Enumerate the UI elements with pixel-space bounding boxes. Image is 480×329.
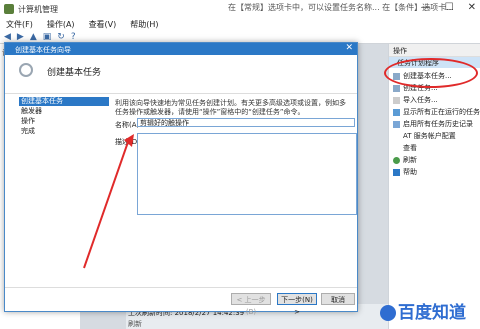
actions-header: 操作 bbox=[389, 44, 480, 57]
step-trigger[interactable]: 触发器 bbox=[19, 107, 109, 116]
computer-management-icon bbox=[4, 4, 14, 14]
action-help[interactable]: 帮助 bbox=[393, 167, 417, 177]
action-import-task[interactable]: 导入任务... bbox=[393, 95, 438, 105]
menu-view[interactable]: 查看(V) bbox=[89, 18, 117, 31]
step-action[interactable]: 操作 bbox=[19, 117, 109, 126]
prev-button[interactable]: < 上一步(B) bbox=[231, 293, 271, 316]
action-at-config[interactable]: AT 服务帐户配置 bbox=[393, 131, 456, 141]
dialog-header: 创建基本任务 bbox=[5, 55, 357, 94]
dialog-divider bbox=[5, 287, 357, 288]
wizard-steps: 创建基本任务 触发器 操作 完成 bbox=[19, 97, 109, 307]
action-enable-history[interactable]: 启用所有任务历史记录 bbox=[393, 119, 473, 129]
wizard-description: 利用该向导快速地为常见任务创建计划。有关更多高级选项或设置，例如多任务操作或触发… bbox=[115, 99, 346, 116]
task-icon bbox=[393, 84, 400, 92]
menu-bar: 文件(F) 操作(A) 查看(V) 帮助(H) bbox=[0, 18, 480, 31]
action-view[interactable]: 查看 bbox=[393, 143, 417, 153]
close-icon[interactable]: ✕ bbox=[468, 2, 476, 13]
description-input[interactable] bbox=[137, 133, 357, 215]
refresh-icon bbox=[393, 156, 400, 164]
refresh-label[interactable]: 刷新 bbox=[128, 319, 142, 329]
window-controls: — ☐ ✕ bbox=[421, 2, 476, 13]
menu-action[interactable]: 操作(A) bbox=[47, 18, 75, 31]
config-icon bbox=[393, 133, 400, 140]
history-icon bbox=[393, 120, 400, 128]
view-icon bbox=[393, 145, 400, 152]
name-input[interactable]: 剪辑好的触操作 bbox=[137, 118, 355, 127]
watermark: 百度知道 bbox=[380, 298, 466, 323]
run-icon bbox=[393, 108, 400, 116]
window-title: 计算机管理 bbox=[18, 5, 58, 14]
maximize-icon[interactable]: ☐ bbox=[445, 2, 454, 13]
dialog-title: 创建基本任务向导 bbox=[15, 46, 71, 54]
menu-help[interactable]: 帮助(H) bbox=[130, 18, 158, 31]
minimize-icon[interactable]: — bbox=[421, 2, 431, 13]
step-create-basic-task[interactable]: 创建基本任务 bbox=[19, 97, 109, 106]
baidu-paw-icon bbox=[380, 305, 396, 321]
help-icon bbox=[393, 168, 400, 176]
wizard-clock-icon bbox=[19, 63, 33, 77]
import-icon bbox=[393, 96, 400, 104]
close-icon[interactable]: ✕ bbox=[345, 43, 353, 53]
window-titlebar: 计算机管理 在【常规】选项卡中，可以设置任务名称... 在【条件】选项卡... … bbox=[0, 0, 480, 18]
create-basic-task-wizard: 创建基本任务向导 ✕ 创建基本任务 创建基本任务 触发器 操作 完成 利用该向导… bbox=[4, 42, 358, 316]
next-button[interactable]: 下一步(N) > bbox=[277, 293, 317, 316]
dialog-titlebar: 创建基本任务向导 ✕ bbox=[5, 43, 357, 55]
action-refresh[interactable]: 刷新 bbox=[393, 155, 417, 165]
cancel-button[interactable]: 取消 bbox=[321, 293, 355, 305]
dialog-heading: 创建基本任务 bbox=[47, 68, 102, 78]
step-finish[interactable]: 完成 bbox=[19, 127, 109, 136]
annotation-circle bbox=[384, 58, 478, 88]
menu-file[interactable]: 文件(F) bbox=[6, 18, 33, 31]
action-show-running[interactable]: 显示所有正在运行的任务 bbox=[393, 107, 480, 117]
